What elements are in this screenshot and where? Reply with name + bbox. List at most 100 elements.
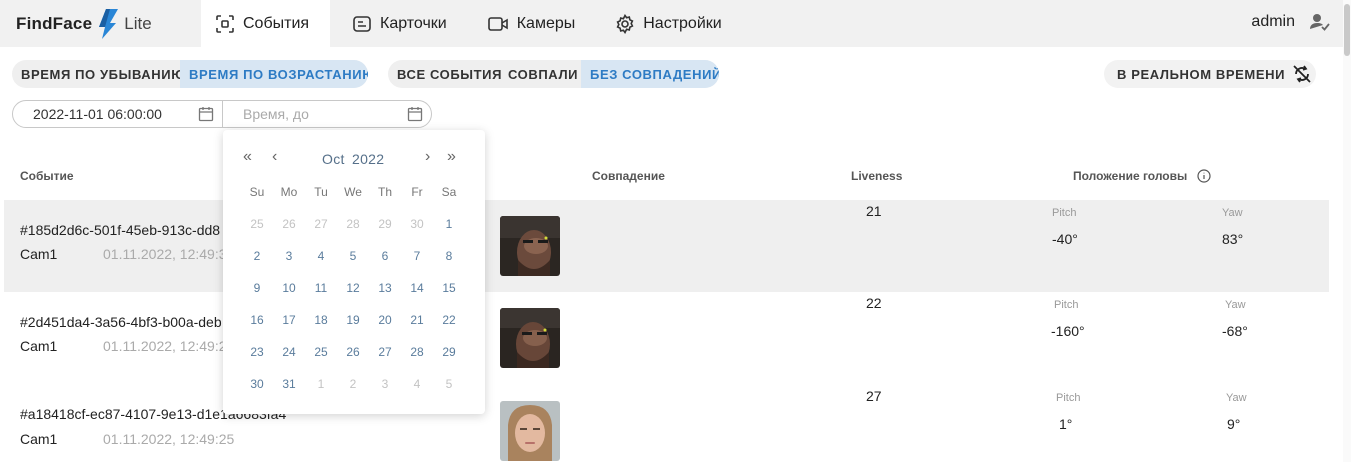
calendar-day[interactable]: 22: [433, 304, 465, 336]
event-id[interactable]: #185d2d6c-501f-45eb-913c-dd8: [20, 222, 220, 238]
liveness-value: 27: [866, 388, 882, 404]
nav-events[interactable]: События: [201, 0, 330, 47]
calendar-day[interactable]: 26: [337, 336, 369, 368]
calendar-day[interactable]: 9: [241, 272, 273, 304]
calendar-day[interactable]: 25: [305, 336, 337, 368]
filter-all-button[interactable]: ВСЕ СОБЫТИЯ: [388, 60, 501, 88]
calendar-day[interactable]: 10: [273, 272, 305, 304]
calendar-day-other-month[interactable]: 25: [241, 208, 273, 240]
pitch-label: Pitch: [1056, 392, 1081, 404]
calendar-icon: [407, 107, 423, 122]
calendar-day[interactable]: 3: [273, 240, 305, 272]
next-year-button[interactable]: »: [447, 148, 456, 166]
table-row[interactable]: #2d451da4-3a56-4bf3-b00a-deb Cam1 01.11.…: [4, 292, 1329, 384]
user-check-icon: [1310, 14, 1330, 31]
calendar-day[interactable]: 23: [241, 336, 273, 368]
nav-cameras[interactable]: Камеры: [473, 0, 590, 47]
calendar-day[interactable]: 27: [369, 336, 401, 368]
calendar-day[interactable]: 19: [337, 304, 369, 336]
settings-icon: [616, 13, 634, 34]
app-logo[interactable]: FindFace Lite: [16, 9, 152, 39]
calendar-day-other-month[interactable]: 1: [305, 368, 337, 400]
calendar-day[interactable]: 31: [273, 368, 305, 400]
calendar-day[interactable]: 2: [241, 240, 273, 272]
yaw-value: -68°: [1222, 323, 1248, 339]
calendar-day[interactable]: 5: [337, 240, 369, 272]
calendar-day[interactable]: 18: [305, 304, 337, 336]
main-nav: События Карточки Камеры Настройки: [201, 0, 736, 47]
weekday-label: Sa: [441, 185, 457, 199]
calendar-day[interactable]: 13: [369, 272, 401, 304]
findface-logo-icon: [99, 9, 119, 39]
column-header-match: Совпадение: [592, 169, 665, 183]
event-id[interactable]: #2d451da4-3a56-4bf3-b00a-deb: [20, 314, 222, 330]
calendar-day-other-month[interactable]: 3: [369, 368, 401, 400]
calendar-day-other-month[interactable]: 26: [273, 208, 305, 240]
calendar-day-other-month[interactable]: 4: [401, 368, 433, 400]
calendar-day[interactable]: 24: [273, 336, 305, 368]
weekday-label: Tu: [314, 185, 328, 199]
calendar-day[interactable]: 14: [401, 272, 433, 304]
calendar-day-other-month[interactable]: 5: [433, 368, 465, 400]
calendar-year[interactable]: 2022: [352, 151, 384, 167]
calendar-day[interactable]: 6: [369, 240, 401, 272]
filter-matched-button[interactable]: СОВПАЛИ: [499, 60, 581, 88]
date-from-value: 2022-11-01 06:00:00: [33, 106, 162, 122]
date-to-input[interactable]: Время, до: [222, 101, 431, 127]
date-from-input[interactable]: 2022-11-01 06:00:00: [13, 101, 222, 127]
calendar-day[interactable]: 28: [401, 336, 433, 368]
event-time: 01.11.2022, 12:49:3: [103, 246, 227, 262]
date-picker-popup: « ‹ Oct 2022 › » Su Mo Tu We Th Fr Sa 25 26 27 28 2…: [223, 130, 485, 414]
sort-asc-button[interactable]: ВРЕМЯ ПО ВОЗРАСТАНИЮ: [180, 60, 368, 88]
calendar-day[interactable]: 20: [369, 304, 401, 336]
info-icon[interactable]: [1196, 169, 1211, 183]
event-time: 01.11.2022, 12:49:25: [103, 431, 235, 447]
next-month-button[interactable]: ›: [425, 148, 430, 166]
calendar-day[interactable]: 15: [433, 272, 465, 304]
nav-settings[interactable]: Настройки: [601, 0, 735, 47]
weekday-label: Mo: [280, 185, 298, 199]
nav-cards[interactable]: Карточки: [338, 0, 461, 47]
calendar-day-other-month[interactable]: 28: [337, 208, 369, 240]
weekday-label: We: [344, 185, 362, 199]
face-thumbnail[interactable]: [500, 308, 560, 368]
calendar-icon: [198, 107, 214, 122]
page-scrollbar[interactable]: [1343, 0, 1351, 462]
calendar-day[interactable]: 7: [401, 240, 433, 272]
calendar-day[interactable]: 17: [273, 304, 305, 336]
calendar-month[interactable]: Oct: [322, 151, 345, 167]
prev-year-button[interactable]: «: [243, 148, 252, 166]
filter-unmatched-button[interactable]: БЕЗ СОВПАДЕНИЙ: [581, 60, 719, 88]
realtime-button[interactable]: В РЕАЛЬНОМ ВРЕМЕНИ: [1104, 60, 1316, 88]
calendar-day-other-month[interactable]: 29: [369, 208, 401, 240]
sort-desc-button[interactable]: ВРЕМЯ ПО УБЫВАНИЮ: [12, 60, 185, 88]
calendar-day[interactable]: 12: [337, 272, 369, 304]
face-thumbnail[interactable]: [500, 216, 560, 276]
calendar-day[interactable]: 4: [305, 240, 337, 272]
user-menu[interactable]: admin: [1251, 12, 1331, 32]
calendar-day-other-month[interactable]: 27: [305, 208, 337, 240]
calendar-day-other-month[interactable]: 30: [401, 208, 433, 240]
logo-subtitle: Lite: [124, 14, 152, 33]
prev-month-button[interactable]: ‹: [272, 148, 277, 166]
calendar-day[interactable]: 21: [401, 304, 433, 336]
calendar-day[interactable]: 16: [241, 304, 273, 336]
calendar-day-other-month[interactable]: 2: [337, 368, 369, 400]
calendar-day[interactable]: 1: [433, 208, 465, 240]
event-filter-toggle: ВСЕ СОБЫТИЯ СОВПАЛИ БЕЗ СОВПАДЕНИЙ: [388, 60, 719, 88]
event-camera: Cam1: [20, 246, 58, 262]
liveness-value: 21: [866, 203, 882, 219]
calendar-day[interactable]: 29: [433, 336, 465, 368]
face-thumbnail[interactable]: [500, 401, 560, 461]
camera-icon: [487, 16, 508, 31]
nav-events-label: События: [243, 14, 310, 32]
face-image: [500, 216, 560, 276]
calendar-day[interactable]: 8: [433, 240, 465, 272]
table-row[interactable]: #185d2d6c-501f-45eb-913c-dd8 Cam1 01.11.…: [4, 200, 1329, 292]
weekday-label: Su: [249, 185, 265, 199]
scrollbar-thumb[interactable]: [1344, 4, 1350, 56]
table-row[interactable]: #a18418cf-ec87-4107-9e13-d1e1a6683fa4 Ca…: [4, 385, 1329, 462]
username: admin: [1251, 13, 1295, 30]
calendar-day[interactable]: 30: [241, 368, 273, 400]
calendar-day[interactable]: 11: [305, 272, 337, 304]
